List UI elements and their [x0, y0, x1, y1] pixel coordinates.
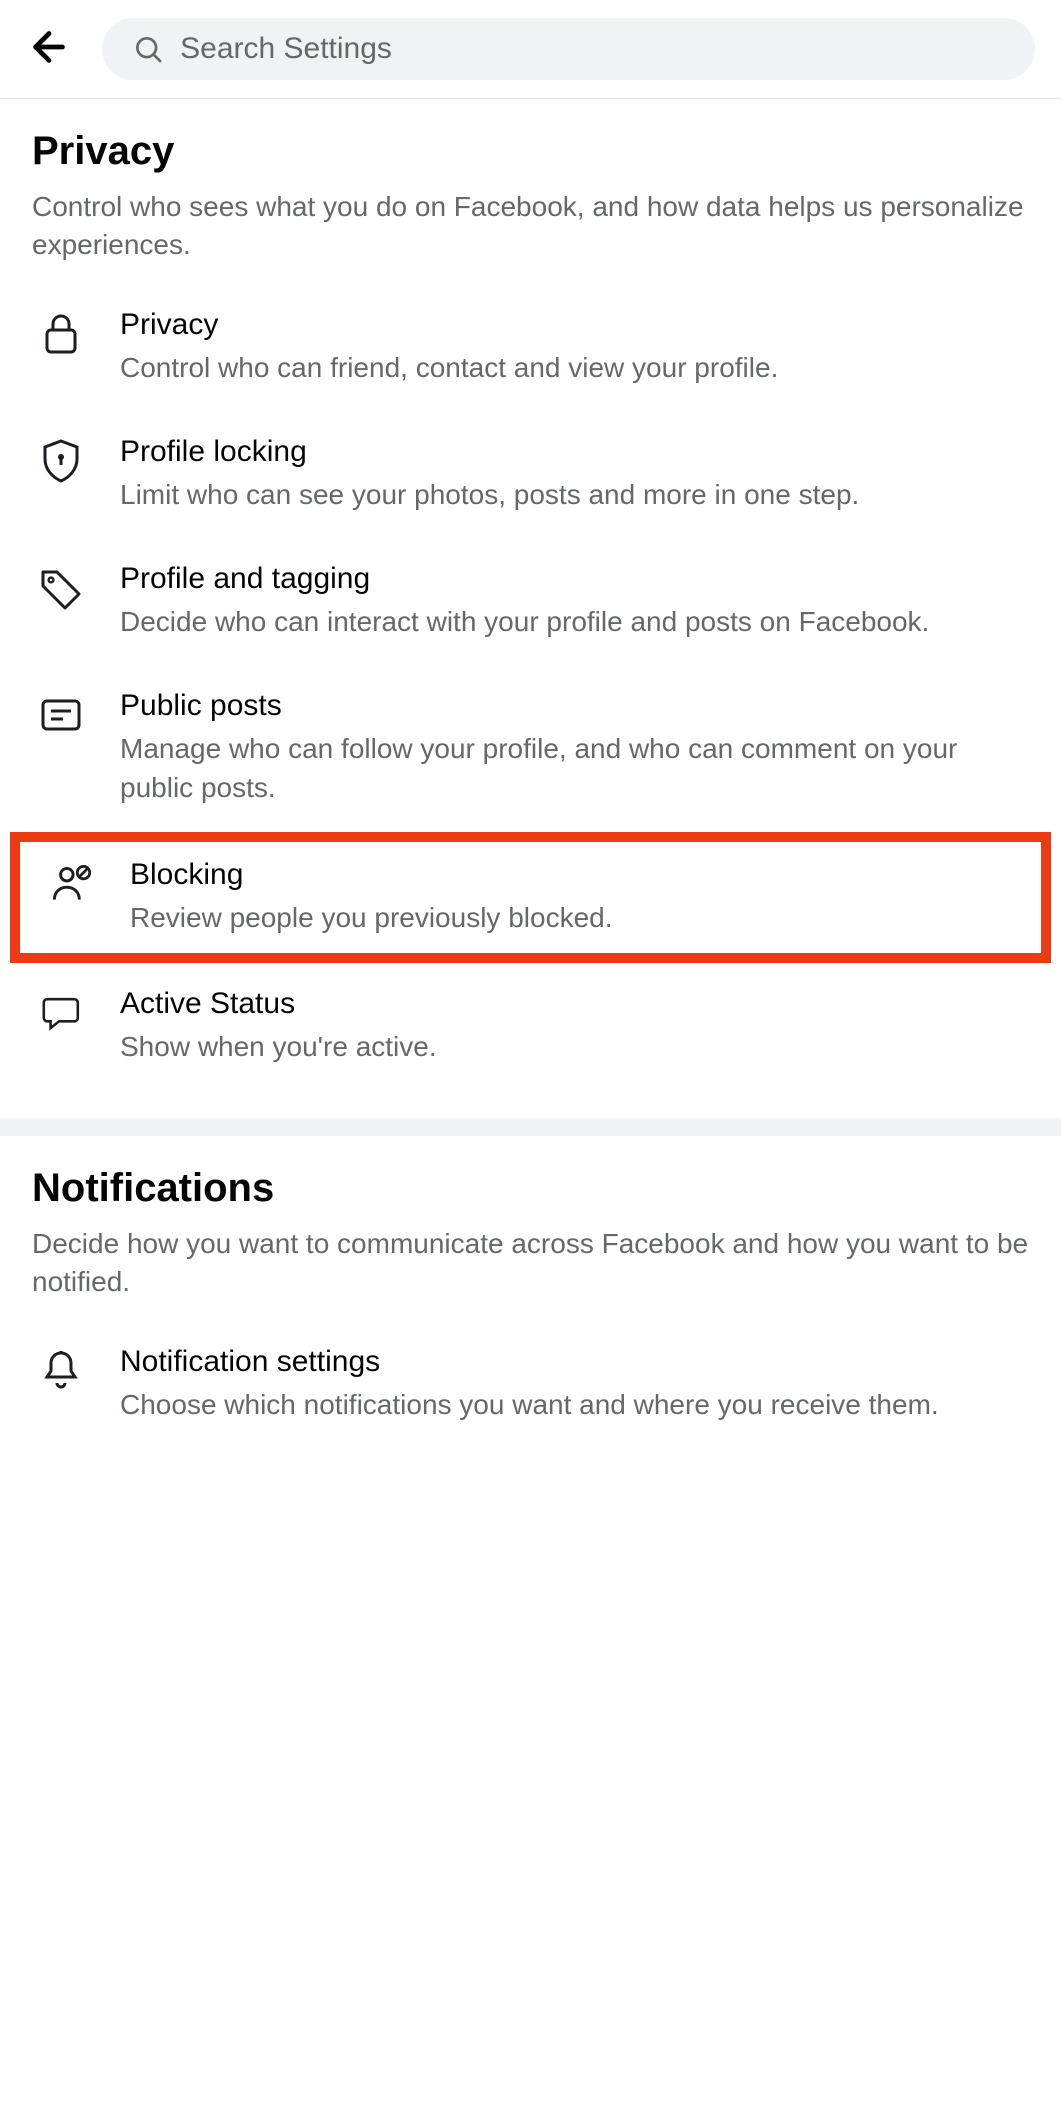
- tag-icon: [32, 562, 90, 612]
- search-input[interactable]: [180, 32, 1005, 66]
- post-icon: [32, 689, 90, 739]
- shield-icon: [32, 435, 90, 485]
- section-title: Privacy: [32, 129, 1029, 174]
- section-privacy: Privacy Control who sees what you do on …: [0, 99, 1061, 1118]
- search-icon: [132, 32, 164, 66]
- item-title: Privacy: [120, 308, 1029, 342]
- section-desc: Decide how you want to communicate acros…: [32, 1225, 1029, 1301]
- item-title: Blocking: [130, 858, 1019, 892]
- item-title: Profile and tagging: [120, 562, 1029, 596]
- item-public-posts[interactable]: Public posts Manage who can follow your …: [32, 665, 1029, 831]
- item-desc: Control who can friend, contact and view…: [120, 348, 1029, 387]
- blocking-icon: [42, 858, 100, 908]
- back-button[interactable]: [26, 24, 72, 75]
- item-desc: Decide who can interact with your profil…: [120, 602, 1029, 641]
- item-privacy[interactable]: Privacy Control who can friend, contact …: [32, 284, 1029, 411]
- chat-icon: [32, 987, 90, 1037]
- item-title: Active Status: [120, 987, 1029, 1021]
- header: [0, 0, 1061, 99]
- item-desc: Manage who can follow your profile, and …: [120, 729, 1029, 807]
- section-desc: Control who sees what you do on Facebook…: [32, 188, 1029, 264]
- item-blocking[interactable]: Blocking Review people you previously bl…: [10, 832, 1051, 963]
- section-title: Notifications: [32, 1166, 1029, 1211]
- section-notifications: Notifications Decide how you want to com…: [0, 1136, 1061, 1476]
- item-desc: Limit who can see your photos, posts and…: [120, 475, 1029, 514]
- item-desc: Choose which notifications you want and …: [120, 1385, 1029, 1424]
- section-separator: [0, 1118, 1061, 1136]
- item-active-status[interactable]: Active Status Show when you're active.: [32, 963, 1029, 1090]
- item-profile-locking[interactable]: Profile locking Limit who can see your p…: [32, 411, 1029, 538]
- arrow-left-icon: [26, 24, 72, 70]
- bell-icon: [32, 1345, 90, 1395]
- item-title: Public posts: [120, 689, 1029, 723]
- item-profile-tagging[interactable]: Profile and tagging Decide who can inter…: [32, 538, 1029, 665]
- item-title: Profile locking: [120, 435, 1029, 469]
- item-title: Notification settings: [120, 1345, 1029, 1379]
- search-bar[interactable]: [102, 18, 1035, 80]
- item-notification-settings[interactable]: Notification settings Choose which notif…: [32, 1321, 1029, 1448]
- lock-icon: [32, 308, 90, 358]
- item-desc: Show when you're active.: [120, 1027, 1029, 1066]
- item-desc: Review people you previously blocked.: [130, 898, 1019, 937]
